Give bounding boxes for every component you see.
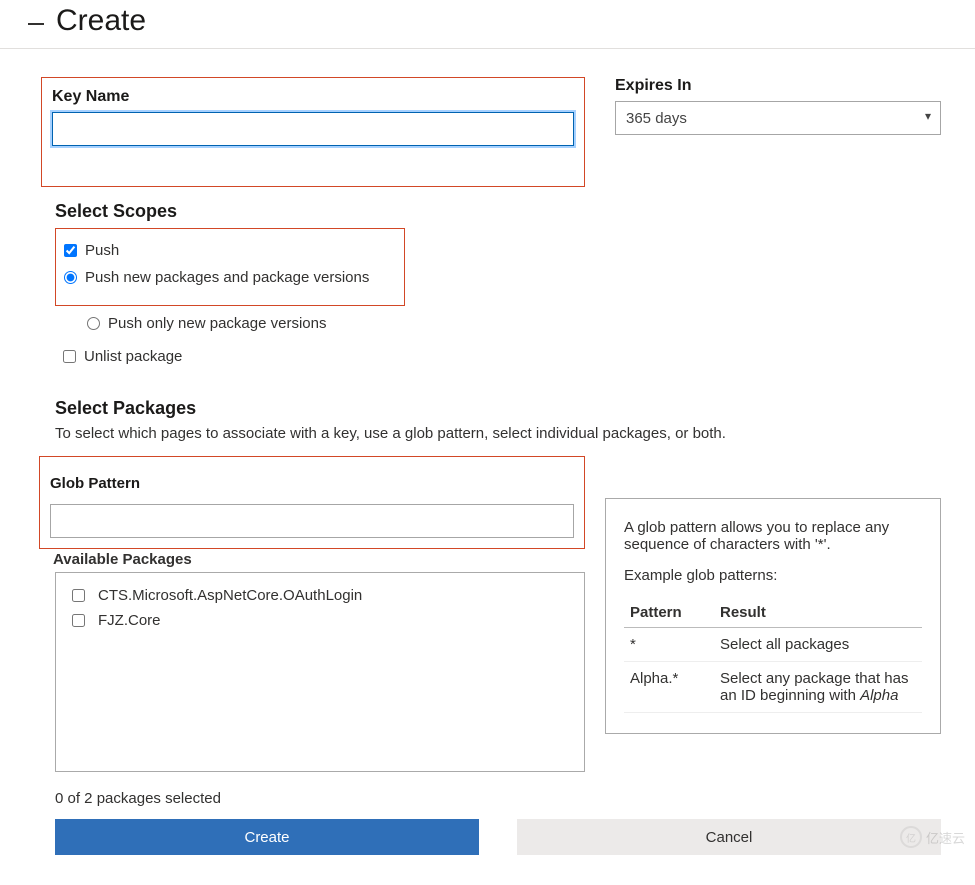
selection-status: 0 of 2 packages selected bbox=[55, 790, 941, 807]
push-label: Push bbox=[85, 242, 119, 259]
help-text-2: Example glob patterns: bbox=[624, 567, 922, 584]
help-text-1: A glob pattern allows you to replace any… bbox=[624, 519, 922, 553]
push-checkbox[interactable] bbox=[64, 244, 77, 257]
list-item: FJZ.Core bbox=[68, 608, 572, 633]
unlist-label: Unlist package bbox=[84, 348, 182, 365]
expires-label: Expires In bbox=[615, 77, 941, 95]
package-name-label: FJZ.Core bbox=[98, 612, 161, 629]
table-row: * Select all packages bbox=[624, 628, 922, 662]
available-label: Available Packages bbox=[53, 551, 585, 568]
push-only-label: Push only new package versions bbox=[108, 315, 326, 332]
cancel-button[interactable]: Cancel bbox=[517, 819, 941, 855]
pattern-cell: Alpha.* bbox=[624, 662, 714, 713]
glob-label: Glob Pattern bbox=[50, 475, 574, 492]
pattern-cell: * bbox=[624, 628, 714, 662]
expires-select[interactable]: 365 days bbox=[615, 101, 941, 135]
glob-input[interactable] bbox=[50, 504, 574, 538]
collapse-icon[interactable] bbox=[28, 23, 44, 25]
key-name-highlight: Key Name bbox=[41, 77, 585, 187]
page-title: Create bbox=[56, 4, 146, 38]
key-name-input[interactable] bbox=[52, 112, 574, 146]
result-cell: Select all packages bbox=[714, 628, 922, 662]
col-result: Result bbox=[714, 598, 922, 628]
push-new-label: Push new packages and package versions bbox=[85, 269, 369, 286]
packages-desc: To select which pages to associate with … bbox=[55, 425, 941, 442]
push-new-radio[interactable] bbox=[64, 271, 77, 284]
glob-examples-table: Pattern Result * Select all packages Alp… bbox=[624, 598, 922, 713]
result-cell: Select any package that has an ID beginn… bbox=[714, 662, 922, 713]
table-row: Alpha.* Select any package that has an I… bbox=[624, 662, 922, 713]
package-checkbox[interactable] bbox=[72, 614, 85, 627]
package-name-label: CTS.Microsoft.AspNetCore.OAuthLogin bbox=[98, 587, 362, 604]
push-only-radio[interactable] bbox=[87, 317, 100, 330]
glob-highlight: Glob Pattern bbox=[39, 456, 585, 549]
glob-help-panel: A glob pattern allows you to replace any… bbox=[605, 498, 941, 734]
unlist-checkbox[interactable] bbox=[63, 350, 76, 363]
list-item: CTS.Microsoft.AspNetCore.OAuthLogin bbox=[68, 583, 572, 608]
scopes-title: Select Scopes bbox=[55, 201, 941, 222]
col-pattern: Pattern bbox=[624, 598, 714, 628]
package-checkbox[interactable] bbox=[72, 589, 85, 602]
form-header: Create bbox=[0, 0, 975, 48]
key-name-label: Key Name bbox=[52, 88, 574, 106]
scopes-highlight: Push Push new packages and package versi… bbox=[55, 228, 405, 306]
available-packages-list: CTS.Microsoft.AspNetCore.OAuthLogin FJZ.… bbox=[55, 572, 585, 772]
create-button[interactable]: Create bbox=[55, 819, 479, 855]
packages-title: Select Packages bbox=[55, 398, 941, 419]
